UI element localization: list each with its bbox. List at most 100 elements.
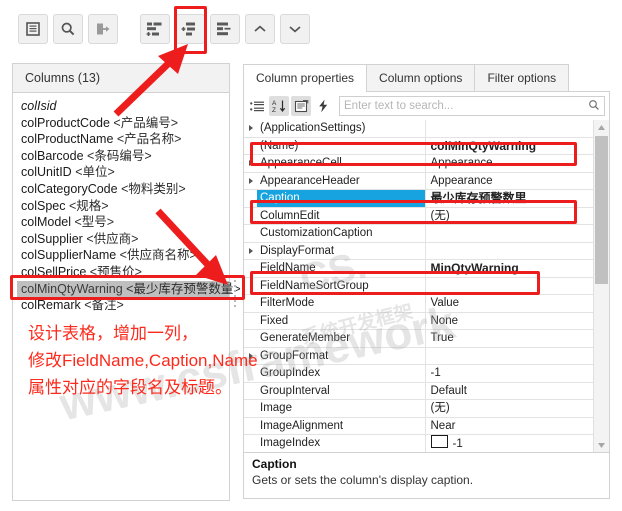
column-item-caption: <物料类别>	[117, 181, 186, 196]
row-spacer	[244, 260, 257, 277]
magnifier-icon[interactable]	[588, 99, 600, 114]
exit-icon-button[interactable]	[88, 14, 118, 44]
property-value[interactable]	[426, 243, 594, 260]
expand-triangle-icon[interactable]	[244, 155, 257, 172]
column-item-caption: <条码编号>	[83, 148, 152, 163]
property-name: AppearanceCell	[257, 155, 426, 172]
expand-triangle-icon[interactable]	[244, 120, 257, 137]
column-item-name: colProductCode	[21, 115, 110, 130]
property-value[interactable]	[426, 278, 594, 295]
property-row[interactable]: Image (无)	[244, 400, 593, 418]
property-value[interactable]: -1	[426, 365, 594, 382]
property-grid-scrollbar[interactable]	[593, 120, 609, 452]
scroll-up-arrow-icon[interactable]	[594, 120, 609, 134]
events-lightning-icon[interactable]	[313, 96, 333, 116]
column-list-item[interactable]: colRemark <备注>	[17, 297, 229, 314]
property-name: (ApplicationSettings)	[257, 120, 426, 137]
property-row[interactable]: FieldName MinQtyWarning	[244, 260, 593, 278]
column-list-item[interactable]: colMinQtyWarning <最少库存预警数量>	[17, 280, 241, 298]
property-value[interactable]: Default	[426, 383, 594, 400]
property-value[interactable]: colMinQtyWarning	[426, 138, 594, 155]
column-item-caption: <产品编号>	[109, 115, 179, 130]
column-list-item[interactable]: colCategoryCode <物料类别>	[17, 181, 229, 198]
property-row[interactable]: FieldNameSortGroup	[244, 277, 594, 295]
property-value[interactable]: 最少库存预警数里	[426, 190, 594, 207]
column-list-item[interactable]: colModel <型号>	[17, 214, 229, 231]
column-list-item[interactable]: colProductCode <产品编号>	[17, 115, 229, 132]
list-view-icon-button[interactable]	[18, 14, 48, 44]
annotation-line-2: 修改FieldName,Caption,Name	[28, 351, 258, 370]
property-search-input[interactable]: Enter text to search...	[339, 96, 605, 116]
property-value[interactable]: Value	[426, 295, 594, 312]
column-item-name: colModel	[21, 215, 72, 230]
property-value[interactable]: Near	[426, 418, 594, 435]
annotation-text: 设计表格，增加一列， 修改FieldName,Caption,Name 属性对应…	[28, 320, 358, 401]
categorized-icon[interactable]	[247, 96, 267, 116]
property-value[interactable]: Appearance	[426, 173, 594, 190]
insert-column-icon-button[interactable]	[175, 14, 205, 44]
property-value[interactable]	[426, 348, 594, 365]
property-value[interactable]: (无)	[426, 400, 594, 417]
property-name: FieldName	[257, 260, 426, 277]
move-down-button[interactable]	[280, 14, 310, 44]
property-value[interactable]: MinQtyWarning	[426, 260, 594, 277]
property-row[interactable]: AppearanceCell Appearance	[244, 155, 593, 173]
property-value[interactable]: True	[426, 330, 594, 347]
property-value[interactable]: Appearance	[426, 155, 594, 172]
property-row[interactable]: ImageIndex -1	[244, 435, 593, 452]
property-name: Image	[257, 400, 426, 417]
property-row[interactable]: ColumnEdit (无)	[244, 207, 594, 225]
expand-triangle-icon[interactable]	[244, 243, 257, 260]
property-row[interactable]: AppearanceHeader Appearance	[244, 172, 594, 190]
insert-column-icon	[181, 21, 199, 37]
scroll-down-arrow-icon[interactable]	[594, 438, 609, 452]
column-item-name: colSpec	[21, 198, 66, 213]
property-row[interactable]: ImageAlignment Near	[244, 417, 594, 435]
column-item-caption: <供应商名称>	[116, 248, 197, 263]
column-list-item[interactable]: colSellPrice <预售价>	[17, 264, 229, 281]
column-list-item[interactable]: colSpec <规格>	[17, 198, 229, 215]
property-row[interactable]: Caption 最少库存预警数里	[244, 190, 593, 208]
column-item-name: colProductName	[21, 132, 114, 147]
property-name: ColumnEdit	[257, 207, 426, 224]
column-item-name: colIsid	[21, 99, 57, 113]
remove-column-icon	[216, 21, 234, 37]
column-item-name: colSupplierName	[21, 248, 117, 263]
property-value[interactable]	[426, 120, 594, 137]
column-item-name: colUnitID	[21, 165, 72, 180]
properties-tabstrip[interactable]: Column properties Column options Filter op…	[243, 63, 610, 92]
column-list-item[interactable]: colProductName <产品名称>	[17, 131, 229, 148]
add-column-icon	[146, 21, 164, 37]
tab-filter-options[interactable]: Filter options	[474, 64, 570, 91]
property-value[interactable]: (无)	[426, 208, 594, 225]
scrollbar-thumb[interactable]	[595, 136, 608, 284]
column-list-item[interactable]: colUnitID <单位>	[17, 164, 229, 181]
column-list-item[interactable]: colIsid	[17, 98, 229, 115]
property-value[interactable]: None	[426, 313, 594, 330]
column-list-item[interactable]: colSupplier <供应商>	[17, 231, 229, 248]
property-row[interactable]: FilterMode Value	[244, 295, 593, 313]
sort-alphabetical-icon[interactable]: A Z	[269, 96, 289, 116]
column-list-item[interactable]: colBarcode <条码编号>	[17, 148, 229, 165]
property-row[interactable]: (ApplicationSettings)	[244, 120, 593, 138]
property-row[interactable]: DisplayFormat	[244, 242, 594, 260]
properties-page-icon[interactable]	[291, 96, 311, 116]
property-grid-rows[interactable]: (ApplicationSettings) (Name) colMinQtyWarn…	[244, 120, 593, 452]
panel-splitter[interactable]	[234, 280, 237, 308]
property-name: (Name)	[257, 137, 426, 154]
property-grid[interactable]: (ApplicationSettings) (Name) colMinQtyWarn…	[243, 120, 610, 453]
move-up-button[interactable]	[245, 14, 275, 44]
tab-column-properties[interactable]: Column properties	[243, 64, 368, 92]
property-row[interactable]: CustomizationCaption	[244, 225, 593, 243]
expand-triangle-icon[interactable]	[244, 173, 257, 190]
tab-column-options[interactable]: Column options	[366, 64, 476, 91]
add-column-icon-button[interactable]	[140, 14, 170, 44]
search-icon-button[interactable]	[53, 14, 83, 44]
column-item-caption: <单位>	[71, 165, 115, 180]
property-value[interactable]: -1	[426, 435, 594, 452]
remove-column-icon-button[interactable]	[210, 14, 240, 44]
property-row[interactable]: (Name) colMinQtyWarning	[244, 137, 594, 155]
property-value[interactable]	[426, 225, 594, 242]
column-list-item[interactable]: colSupplierName <供应商名称>	[17, 247, 229, 264]
columns-list[interactable]: colIsid colProductCode <产品编号> colProductNa…	[13, 93, 241, 314]
